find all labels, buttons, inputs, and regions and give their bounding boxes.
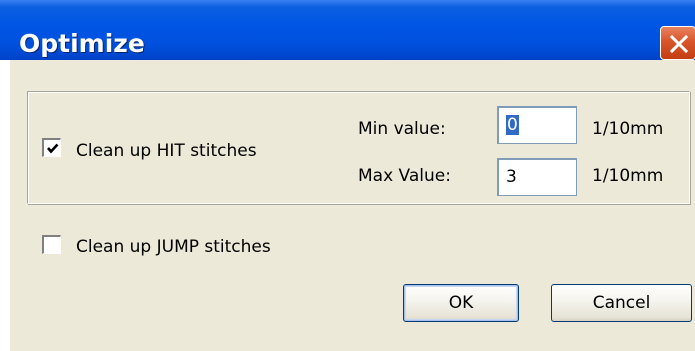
window-title: Optimize	[19, 29, 145, 58]
checkmark-icon	[47, 143, 59, 154]
min-value-unit: 1/10mm	[592, 119, 664, 139]
max-value-label: Max Value:	[358, 166, 451, 186]
ok-button[interactable]: OK	[403, 284, 519, 322]
hit-checkbox[interactable]	[42, 138, 61, 157]
min-value-label: Min value:	[358, 119, 446, 139]
max-value-text: 3	[506, 167, 517, 187]
max-value-input[interactable]: 3	[497, 158, 577, 196]
max-value-unit: 1/10mm	[592, 166, 664, 186]
close-button[interactable]	[660, 26, 695, 60]
min-value-text: 0	[506, 115, 519, 135]
jump-checkbox[interactable]	[42, 235, 61, 254]
optimize-dialog: Optimize Clean up HIT stitches Min value…	[0, 0, 695, 351]
close-icon	[669, 34, 689, 54]
min-value-input[interactable]: 0	[497, 106, 577, 144]
hit-checkbox-label[interactable]: Clean up HIT stitches	[76, 140, 257, 162]
title-bar[interactable]: Optimize	[0, 0, 695, 60]
cancel-button[interactable]: Cancel	[551, 284, 692, 322]
jump-checkbox-label[interactable]: Clean up JUMP stitches	[76, 236, 271, 258]
window-left-border	[0, 60, 10, 351]
